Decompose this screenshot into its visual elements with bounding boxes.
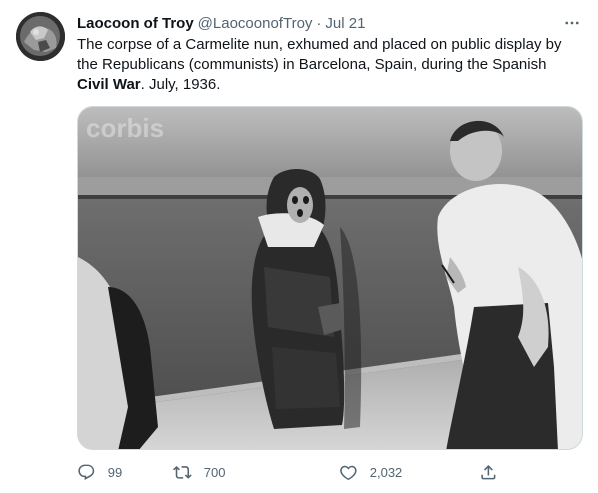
like-button[interactable]: 2,032: [339, 460, 402, 484]
photo-watermark: corbis: [86, 113, 164, 143]
reply-icon: [78, 464, 95, 480]
tweet-actions: 99 700 2,032: [77, 460, 502, 484]
tweet-text: The corpse of a Carmelite nun, exhumed a…: [77, 35, 577, 95]
display-name[interactable]: Laocoon of Troy: [77, 15, 194, 32]
tweet[interactable]: Laocoon of Troy @LaocoonofTroy · Jul 21 …: [0, 0, 598, 493]
tweet-date[interactable]: Jul 21: [325, 15, 365, 32]
retweet-count: 700: [203, 464, 226, 480]
retweet-icon: [173, 465, 192, 479]
tweet-header: Laocoon of Troy @LaocoonofTroy · Jul 21: [77, 13, 582, 33]
avatar-image: [16, 12, 65, 61]
tweet-text-part1: The corpse of a Carmelite nun, exhumed a…: [77, 36, 562, 73]
more-icon[interactable]: [562, 13, 582, 33]
tweet-text-bold: Civil War: [77, 76, 141, 93]
tweet-photo[interactable]: corbis: [77, 106, 583, 450]
share-icon: [481, 464, 496, 480]
tweet-text-part2: . July, 1936.: [140, 76, 221, 93]
avatar[interactable]: [16, 12, 65, 61]
reply-count: 99: [107, 464, 123, 480]
user-handle[interactable]: @LaocoonofTroy: [198, 15, 313, 32]
share-button[interactable]: [479, 460, 498, 484]
heart-icon: [340, 465, 357, 480]
reply-button[interactable]: 99: [77, 460, 122, 484]
retweet-button[interactable]: 700: [173, 460, 225, 484]
separator-dot: ·: [316, 14, 322, 32]
like-count: 2,032: [369, 464, 403, 480]
photo-image: corbis: [78, 107, 582, 449]
